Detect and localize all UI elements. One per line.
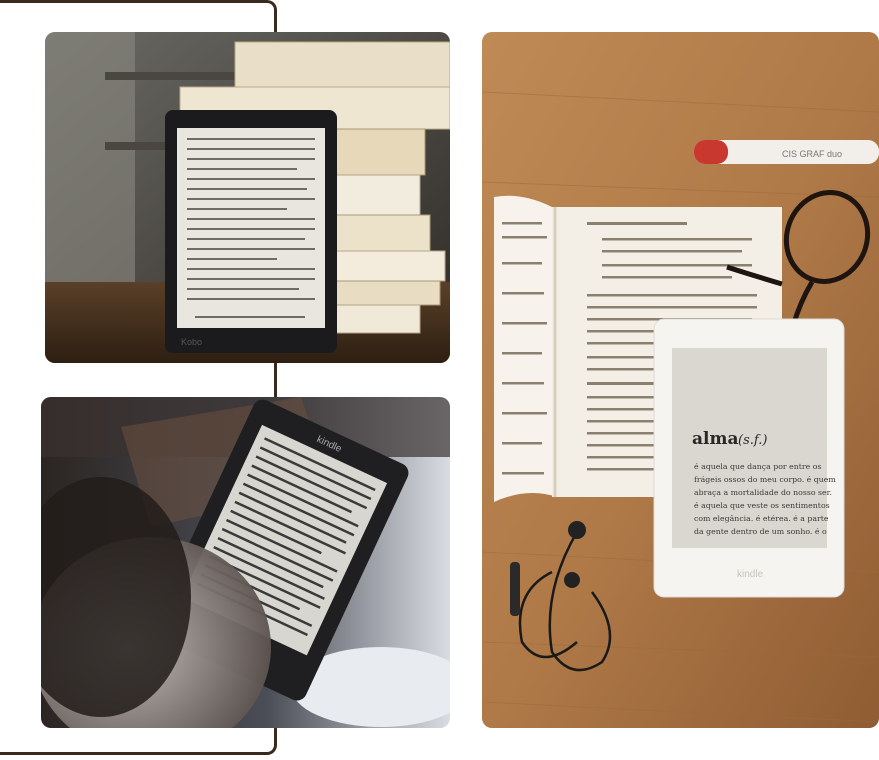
definition-line: abraça a mortalidade do nosso ser. <box>694 488 832 497</box>
definition-line: frágeis ossos do meu corpo. é quem <box>694 475 836 484</box>
definition-line: é aquela que dança por entre os <box>694 462 821 471</box>
definition-word: alma <box>692 429 738 449</box>
marker-label: CIS GRAF duo <box>782 149 842 159</box>
kobo-logo: Kobo <box>181 337 202 347</box>
definition-line: da gente dentro de um sonho. é o <box>694 527 827 536</box>
kindle-logo: kindle <box>737 569 764 580</box>
photo-kindle-flatlay: CIS GRAF duo alma (s.f.) é aquela que da… <box>482 32 879 728</box>
definition-line: é aquela que veste os sentimentos <box>694 501 830 510</box>
definition-word-class: (s.f.) <box>738 433 767 448</box>
photo-ereader-book-stack: Kobo <box>45 32 450 363</box>
photo-reading-kindle: kindle <box>41 397 450 728</box>
definition-line: com elegância. é etérea. é a parte <box>694 514 829 523</box>
